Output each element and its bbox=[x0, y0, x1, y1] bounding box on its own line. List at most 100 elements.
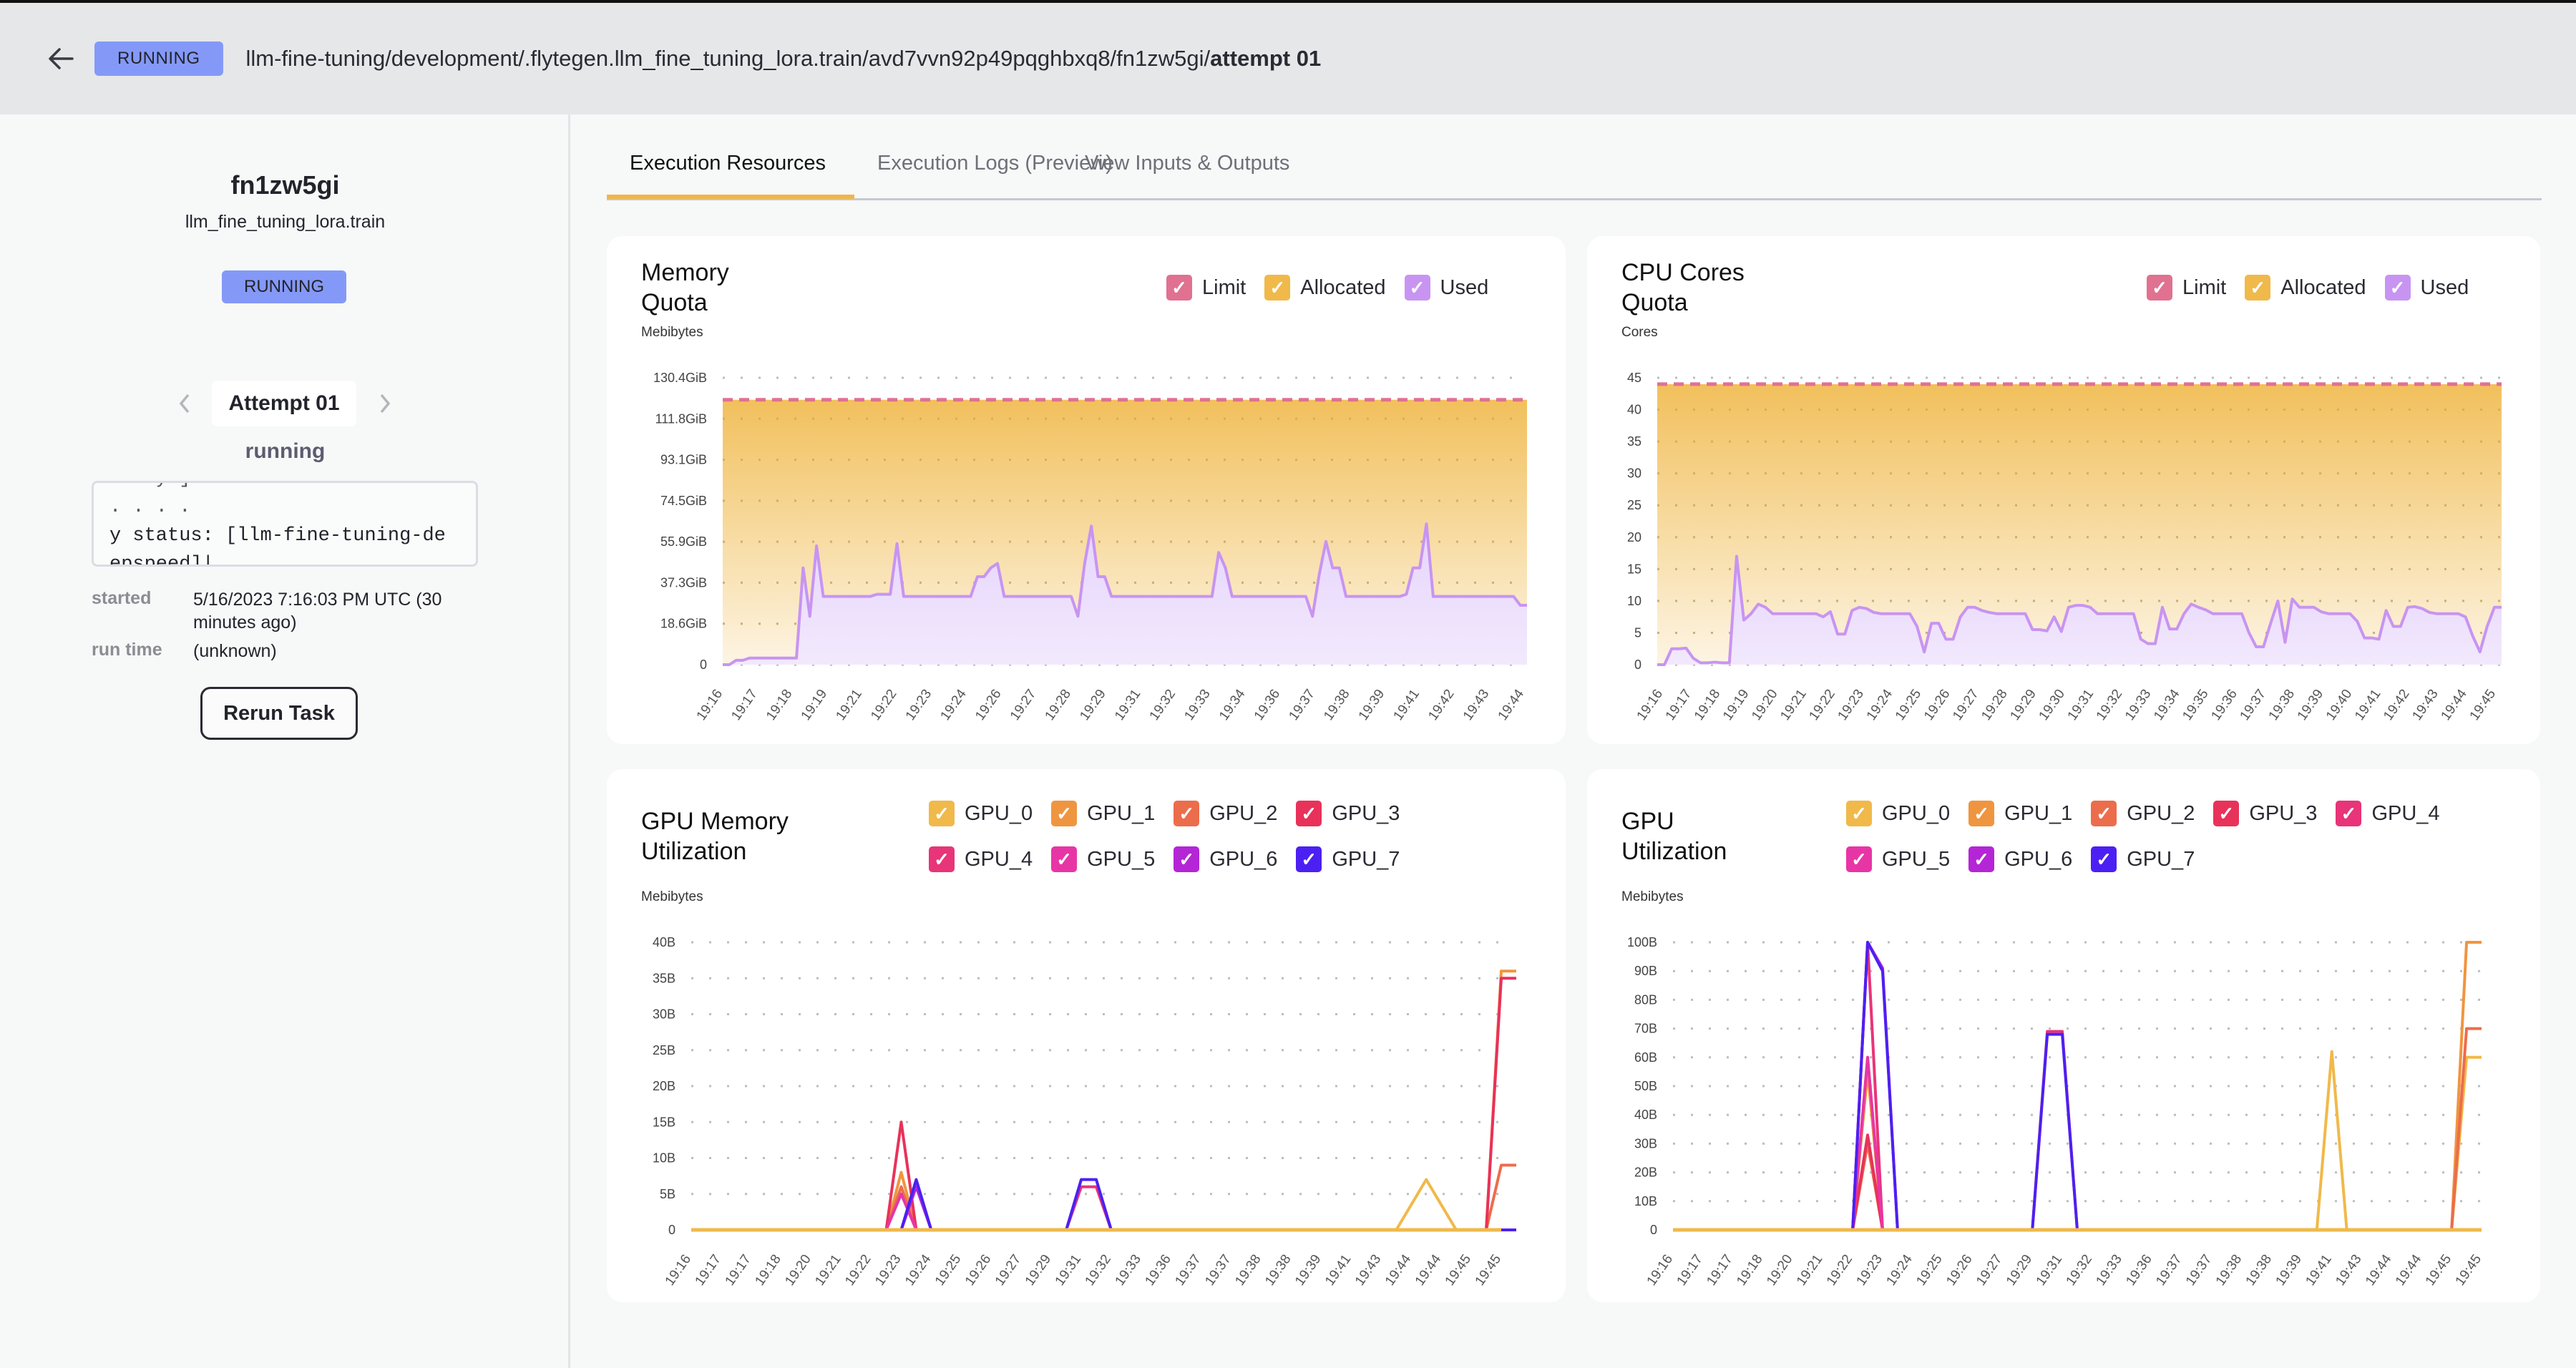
x-tick-label: 19:26 bbox=[1943, 1252, 1975, 1289]
y-tick-label: 30B bbox=[1634, 1136, 1657, 1150]
x-tick-label: 19:21 bbox=[1794, 1252, 1825, 1289]
y-tick-label: 10B bbox=[653, 1151, 675, 1166]
y-tick-label: 74.5GiB bbox=[660, 494, 707, 508]
y-tick-label: 0 bbox=[1634, 658, 1641, 672]
y-tick-label: 20B bbox=[1634, 1166, 1657, 1180]
x-tick-label: 19:40 bbox=[2323, 687, 2355, 723]
x-tick-label: 19:17 bbox=[1674, 1252, 1705, 1289]
x-tick-label: 19:22 bbox=[1824, 1252, 1855, 1289]
status-log-box[interactable]: . . y ] . . . . . . . . . . . . . . . y … bbox=[92, 481, 478, 567]
attempt-label: Attempt 01 bbox=[212, 381, 356, 426]
x-tick-label: 19:37 bbox=[1286, 687, 1317, 723]
x-tick-label: 19:19 bbox=[1720, 687, 1752, 723]
x-tick-label: 19:36 bbox=[1142, 1252, 1174, 1289]
x-tick-label: 19:26 bbox=[1921, 687, 1953, 723]
task-status-badge: RUNNING bbox=[222, 270, 346, 303]
attempt-selector: Attempt 01 bbox=[0, 381, 570, 426]
x-tick-label: 19:22 bbox=[1806, 687, 1838, 723]
x-tick-label: 19:44 bbox=[1496, 686, 1528, 723]
x-tick-label: 19:20 bbox=[1749, 687, 1780, 723]
x-tick-label: 19:31 bbox=[2065, 687, 2097, 723]
x-tick-label: 19:26 bbox=[972, 687, 1004, 723]
x-tick-label: 19:29 bbox=[1023, 1252, 1054, 1289]
back-button[interactable] bbox=[43, 41, 79, 77]
x-tick-label: 19:29 bbox=[2007, 687, 2039, 723]
previous-attempt-button[interactable] bbox=[170, 386, 199, 421]
y-tick-label: 40B bbox=[653, 935, 675, 949]
x-tick-label: 19:17 bbox=[722, 1252, 753, 1289]
x-tick-label: 19:16 bbox=[1634, 687, 1666, 723]
task-id: fn1zw5gi bbox=[230, 170, 340, 200]
tab-execution-resources[interactable]: Execution Resources bbox=[630, 152, 826, 175]
x-tick-label: 19:31 bbox=[1053, 1252, 1084, 1289]
x-tick-label: 19:31 bbox=[2034, 1252, 2065, 1289]
y-tick-label: 18.6GiB bbox=[660, 617, 707, 631]
x-tick-label: 19:24 bbox=[1883, 1251, 1916, 1288]
x-tick-label: 19:33 bbox=[2093, 1252, 2124, 1289]
x-tick-label: 19:27 bbox=[1008, 687, 1039, 723]
runtime-value: (unknown) bbox=[193, 641, 277, 661]
x-tick-label: 19:35 bbox=[2180, 687, 2211, 723]
x-tick-label: 19:32 bbox=[1083, 1252, 1114, 1289]
x-tick-label: 19:25 bbox=[932, 1252, 964, 1289]
x-tick-label: 19:25 bbox=[1913, 1252, 1945, 1289]
y-tick-label: 25 bbox=[1627, 498, 1641, 512]
series-line-gpu-7 bbox=[691, 1178, 1516, 1231]
log-line-partial: . . y ] . . . . . . . . . . . . . . . bbox=[109, 483, 446, 518]
series-line-gpu-0 bbox=[1673, 1050, 2482, 1231]
x-tick-label: 19:22 bbox=[868, 687, 899, 723]
series-line-gpu-5 bbox=[1673, 1055, 2482, 1231]
x-tick-label: 19:17 bbox=[693, 1252, 724, 1289]
x-tick-label: 19:21 bbox=[812, 1252, 844, 1289]
x-tick-label: 19:45 bbox=[2453, 1252, 2484, 1289]
x-tick-label: 19:39 bbox=[2295, 687, 2326, 723]
x-tick-label: 19:38 bbox=[1232, 1252, 1264, 1289]
x-tick-label: 19:20 bbox=[782, 1252, 814, 1289]
breadcrumb-current: attempt 01 bbox=[1210, 46, 1322, 71]
x-tick-label: 19:23 bbox=[872, 1252, 904, 1289]
gpu-utilization-card: GPU Utilization Mebibytes ✓ GPU_0 ✓ GPU_1 ✓ GP… bbox=[1587, 769, 2540, 1302]
y-tick-label: 10 bbox=[1627, 594, 1641, 608]
x-tick-label: 19:18 bbox=[1734, 1252, 1765, 1289]
y-tick-label: 70B bbox=[1634, 1022, 1657, 1036]
x-tick-label: 19:29 bbox=[2004, 1252, 2035, 1289]
x-tick-label: 19:21 bbox=[833, 687, 864, 723]
y-tick-label: 20 bbox=[1627, 530, 1641, 544]
x-tick-label: 19:44 bbox=[2438, 686, 2470, 723]
x-tick-label: 19:29 bbox=[1077, 687, 1108, 723]
x-tick-label: 19:43 bbox=[1460, 687, 1492, 723]
x-tick-label: 19:38 bbox=[1262, 1252, 1294, 1289]
x-tick-label: 19:39 bbox=[2273, 1252, 2305, 1289]
x-tick-label: 19:44 bbox=[1382, 1251, 1415, 1288]
x-tick-label: 19:32 bbox=[2064, 1252, 2095, 1289]
cpu-quota-card: CPU Cores Quota Cores ✓ Limit ✓ Allocated ✓ Us… bbox=[1587, 236, 2540, 744]
next-attempt-button[interactable] bbox=[371, 386, 399, 421]
x-tick-label: 19:41 bbox=[2352, 687, 2384, 723]
tab-execution-logs[interactable]: Execution Logs (Preview) bbox=[877, 152, 1113, 175]
breadcrumb-path[interactable]: llm-fine-tuning/development/.flytegen.ll… bbox=[246, 46, 1211, 71]
rerun-task-button[interactable]: Rerun Task bbox=[200, 687, 358, 740]
x-tick-label: 19:23 bbox=[1835, 687, 1867, 723]
y-tick-label: 30B bbox=[653, 1007, 675, 1022]
gpu-memory-chart: 05B10B15B20B25B30B35B40B19:1619:1719:171… bbox=[653, 935, 1516, 1289]
x-tick-label: 19:37 bbox=[2183, 1252, 2215, 1289]
x-tick-label: 19:30 bbox=[2036, 687, 2068, 723]
y-tick-label: 5 bbox=[1634, 625, 1641, 640]
y-tick-label: 5B bbox=[660, 1187, 675, 1201]
x-tick-label: 19:21 bbox=[1777, 687, 1809, 723]
log-line: epspeed]| bbox=[109, 554, 214, 567]
x-tick-label: 19:37 bbox=[1172, 1252, 1204, 1289]
y-tick-label: 0 bbox=[1650, 1223, 1657, 1237]
active-tab-indicator bbox=[607, 195, 854, 199]
x-tick-label: 19:41 bbox=[1322, 1252, 1354, 1289]
x-tick-label: 19:27 bbox=[1950, 687, 1981, 723]
header-bar: RUNNING llm-fine-tuning/development/.fly… bbox=[0, 3, 2576, 114]
x-tick-label: 19:20 bbox=[1764, 1252, 1795, 1289]
y-tick-label: 15 bbox=[1627, 562, 1641, 576]
y-tick-label: 20B bbox=[653, 1079, 675, 1093]
x-tick-label: 19:16 bbox=[1644, 1252, 1676, 1289]
log-line: y status: [llm-fine-tuning-de bbox=[109, 525, 446, 547]
tab-inputs-outputs[interactable]: View Inputs & Outputs bbox=[1085, 152, 1289, 175]
y-tick-label: 25B bbox=[653, 1043, 675, 1057]
series-line-gpu-1 bbox=[1673, 941, 2482, 1231]
